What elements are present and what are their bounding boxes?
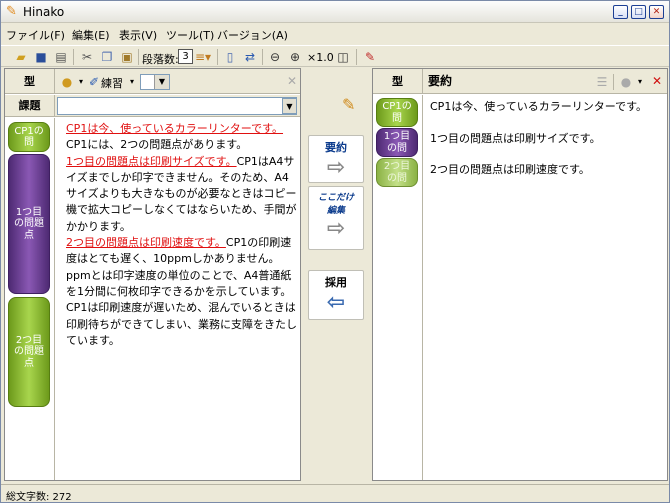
- source-text[interactable]: CP1は今、使っているカラーリンターです。CP1には、2つの問題点があります。 …: [58, 121, 299, 349]
- summary-label: 要約: [428, 74, 453, 88]
- zoom-out-icon[interactable]: ⊖: [267, 49, 283, 65]
- paragraph: CP1は今、使っているカラーリンターです。 CP1には、2つの問題点があります。: [58, 121, 299, 154]
- practice-label[interactable]: 練習: [101, 75, 123, 91]
- minimize-button[interactable]: _: [613, 5, 628, 19]
- toolbar-separator: [262, 49, 263, 65]
- summary-line: 1つ目の問題点は印刷サイズです。: [430, 131, 601, 145]
- toolbar-separator: [73, 49, 74, 65]
- tag-problem-1[interactable]: 1つ目の問題点: [8, 154, 50, 294]
- toolbar-separator: [217, 49, 218, 65]
- edit-only-label: ここだけ: [317, 193, 354, 203]
- right-pane: 型 要約 ☰ ● ▾ ✕ CP1の問 1つ目の問 2つ目の問 CP1は今、使って…: [372, 68, 668, 481]
- summarize-button[interactable]: 要約 ⇨: [308, 135, 364, 183]
- menu-edit[interactable]: 編集(E): [72, 27, 110, 43]
- char-count: 総文字数: 272: [6, 492, 72, 503]
- page-icon[interactable]: ▯: [222, 49, 238, 65]
- tag-problem-1[interactable]: 1つ目の問: [376, 128, 418, 157]
- pencil-icon: ✎: [342, 95, 356, 114]
- menu-view[interactable]: 表示(V): [119, 27, 157, 43]
- maximize-button[interactable]: □: [631, 5, 646, 19]
- paragraph: 1つ目の問題点は印刷サイズです。CP1はA4サイズまでしか印字できません。そのた…: [58, 154, 299, 235]
- paragraph-text: CP1の印刷速度はとても遅く、10ppmしかありません。ppmとは印字速度の単位…: [66, 236, 297, 347]
- topic-label: 課題: [5, 95, 55, 117]
- zoom-in-icon[interactable]: ⊕: [287, 49, 303, 65]
- paragraph-count-label: 段落数:: [142, 53, 179, 66]
- tag-problem-2[interactable]: 2つ目の問題点: [8, 297, 50, 407]
- app-window: ✎ Hinako _ □ ✕ ファイル(F) 編集(E) 表示(V) ツール(T…: [0, 0, 670, 503]
- replace-icon[interactable]: ⇄: [242, 49, 258, 65]
- paragraph-count-field[interactable]: 3: [178, 49, 193, 64]
- tag-intro[interactable]: CP1の問: [8, 122, 50, 152]
- highlight-sentence: 2つ目の問題点は印刷速度です。: [66, 236, 226, 250]
- close-icon[interactable]: ✕: [284, 73, 300, 89]
- status-bar: 総文字数: 272: [1, 484, 669, 503]
- chevron-down-icon[interactable]: ▾: [632, 74, 648, 90]
- toolbar: ▰ ■ ▤ ✂ ❐ ▣ 段落数: 3 ≡▾ ▯ ⇄ ⊖ ⊕ ×1.0 ◫ ✎: [1, 45, 669, 67]
- edit-only-button[interactable]: ここだけ 編集 ⇨: [308, 186, 364, 250]
- arrow-right-icon: ⇨: [326, 155, 346, 180]
- toolbar-separator: [138, 49, 139, 65]
- adopt-button[interactable]: 採用 ⇦: [308, 270, 364, 320]
- right-tag-column: CP1の問 1つ目の問 2つ目の問: [373, 95, 423, 480]
- menu-file[interactable]: ファイル(F): [6, 27, 65, 43]
- topic-row: 課題 ▼: [5, 95, 300, 117]
- summarize-label: 要約: [325, 141, 347, 154]
- open-folder-icon[interactable]: ▰: [13, 49, 29, 65]
- tools-icon[interactable]: ✎: [362, 49, 378, 65]
- summary-line: CP1は今、使っているカラーリンターです。: [430, 100, 648, 113]
- left-pane: 型 ● ▾ ✐ 練習 ▾ ▼ ✕ 課題 ▼ CP1の問 1つ目の問題点 2つ目の…: [4, 68, 301, 481]
- print-icon[interactable]: ▤: [53, 49, 69, 65]
- type-column-label: 型: [373, 69, 423, 94]
- adopt-label: 採用: [325, 276, 347, 289]
- action-column: ✎ 要約 ⇨ ここだけ 編集 ⇨ 採用 ⇦: [302, 68, 370, 481]
- save-icon[interactable]: ■: [33, 49, 49, 65]
- edit-label: 編集: [326, 206, 345, 216]
- toolbar-separator: [356, 49, 357, 65]
- close-button[interactable]: ✕: [649, 5, 664, 19]
- list-icon[interactable]: ☰: [594, 74, 610, 90]
- type-select[interactable]: ▼: [140, 74, 170, 90]
- tag-problem-2[interactable]: 2つ目の問: [376, 158, 418, 187]
- menu-version[interactable]: バージョン(A): [217, 27, 288, 43]
- chevron-down-icon[interactable]: ▼: [282, 98, 297, 114]
- split-view-icon[interactable]: ◫: [335, 49, 351, 65]
- left-tag-column: CP1の問 1つ目の問題点 2つ目の問題点: [5, 118, 55, 480]
- title-bar: ✎ Hinako _ □ ✕: [1, 1, 669, 23]
- tag-intro[interactable]: CP1の問: [376, 98, 418, 127]
- type-column-label: 型: [5, 69, 55, 94]
- cut-icon[interactable]: ✂: [79, 49, 95, 65]
- pencil-icon: ✎: [6, 4, 17, 19]
- paragraph-text: CP1には、2つの問題点があります。: [66, 138, 248, 152]
- window-title: Hinako: [23, 5, 65, 19]
- paragraph: 2つ目の問題点は印刷速度です。CP1の印刷速度はとても遅く、10ppmしかありま…: [58, 235, 299, 349]
- menu-tools[interactable]: ツール(T): [166, 27, 214, 43]
- highlight-sentence: CP1は今、使っているカラーリンターです。: [66, 122, 284, 135]
- left-pane-header: 型 ● ▾ ✐ 練習 ▾ ▼ ✕: [5, 69, 300, 94]
- close-icon[interactable]: ✕: [649, 73, 665, 89]
- menu-bar: ファイル(F) 編集(E) 表示(V) ツール(T) バージョン(A): [1, 24, 669, 44]
- chevron-down-icon[interactable]: ▼: [154, 75, 169, 89]
- summary-line: 2つ目の問題点は印刷速度です。: [430, 163, 590, 176]
- arrow-right-icon: ⇨: [326, 216, 346, 241]
- topic-input[interactable]: [57, 97, 297, 115]
- arrow-left-icon: ⇦: [326, 290, 346, 315]
- paragraph-dropdown-icon[interactable]: ≡▾: [195, 49, 211, 65]
- summary-text[interactable]: CP1は今、使っているカラーリンターです。 1つ目の問題点は印刷サイズです。 2…: [430, 99, 663, 194]
- highlight-sentence: 1つ目の問題点は印刷サイズです。: [66, 154, 237, 168]
- copy-icon[interactable]: ❐: [99, 49, 115, 65]
- zoom-level: ×1.0: [307, 51, 334, 64]
- chevron-down-icon[interactable]: ▾: [124, 74, 140, 90]
- right-pane-header: 型 要約 ☰ ● ▾ ✕: [373, 69, 667, 94]
- toolbar-separator: [613, 74, 614, 90]
- paste-icon[interactable]: ▣: [119, 49, 135, 65]
- practice-icon[interactable]: ✐: [86, 74, 102, 90]
